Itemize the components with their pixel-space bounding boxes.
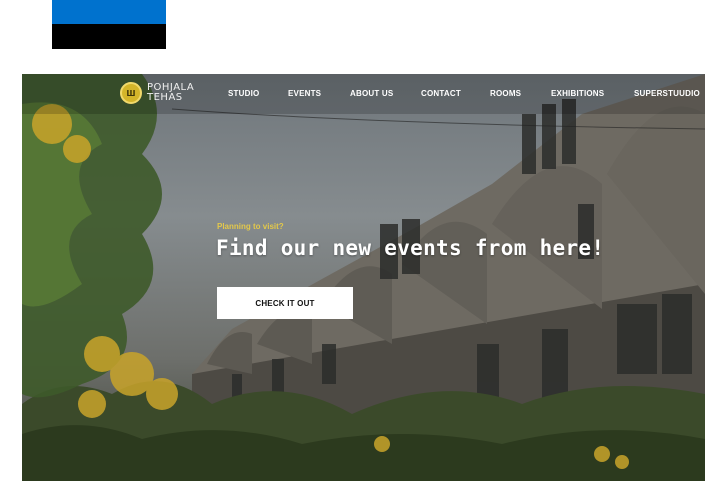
hero-background-image — [22, 74, 705, 481]
flag-blue-stripe — [52, 0, 166, 24]
hero-headline: Find our new events from here! — [216, 236, 605, 260]
check-it-out-button[interactable]: CHECK IT OUT — [217, 287, 353, 319]
flag-black-stripe — [52, 24, 166, 49]
nav-item-exhibitions[interactable]: EXHIBITIONS — [551, 89, 604, 98]
hero-kicker: Planning to visit? — [217, 222, 284, 231]
nav-item-rooms[interactable]: ROOMS — [490, 89, 521, 98]
nav-item-about-us[interactable]: ABOUT US — [350, 89, 393, 98]
nav-item-events[interactable]: EVENTS — [288, 89, 321, 98]
estonia-flag-icon — [52, 0, 166, 74]
nav-item-contact[interactable]: CONTACT — [421, 89, 461, 98]
nav-links: STUDIO EVENTS ABOUT US CONTACT ROOMS EXH… — [22, 89, 705, 101]
nav-item-studio[interactable]: STUDIO — [228, 89, 259, 98]
top-navbar: ш POHJALA TEHAS STUDIO EVENTS ABOUT US C… — [22, 74, 705, 114]
flag-white-stripe — [52, 49, 166, 74]
hero-section: ш POHJALA TEHAS STUDIO EVENTS ABOUT US C… — [22, 74, 705, 481]
nav-item-superstuudio[interactable]: SUPERSTUUDIO — [634, 89, 700, 98]
